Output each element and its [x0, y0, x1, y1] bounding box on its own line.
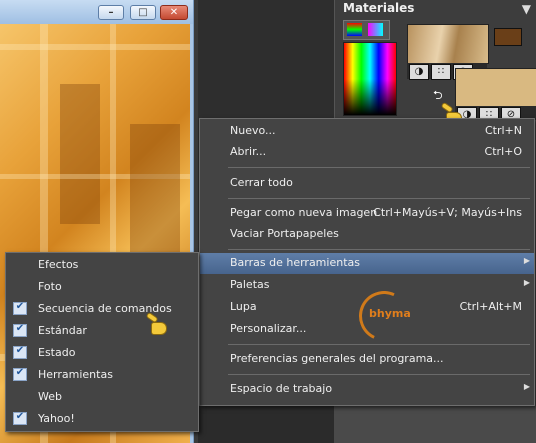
minimize-button[interactable]: – — [98, 5, 124, 20]
watermark-text: bhyma — [369, 307, 411, 320]
menu-divider — [228, 249, 530, 250]
checkmark-icon: ✔ — [13, 367, 27, 381]
submenu-item-status[interactable]: ✔ Estado — [6, 342, 198, 364]
tab-swatches-icon[interactable] — [368, 23, 383, 36]
submenu-item-label: Herramientas — [38, 368, 113, 381]
submenu-item-script[interactable]: ✔ Secuencia de comandos — [6, 298, 198, 320]
submenu-arrow-icon: ▶ — [523, 278, 530, 287]
submenu-item-label: Foto — [38, 280, 62, 293]
submenu-item-label: Web — [38, 390, 62, 403]
texture-icon[interactable]: ∷ — [431, 64, 451, 80]
menu-item-new[interactable]: Nuevo... Ctrl+N — [200, 121, 534, 142]
menu-item-shortcut: Ctrl+Mayús+V; Mayús+Ins — [373, 206, 522, 219]
submenu-item-photo[interactable]: Foto — [6, 276, 198, 298]
checkmark-icon: ✔ — [13, 323, 27, 337]
submenu-item-label: Estándar — [38, 324, 87, 337]
submenu-item-web[interactable]: Web — [6, 386, 198, 408]
materials-tabs — [343, 20, 390, 40]
menu-item-label: Cerrar todo — [230, 176, 293, 189]
submenu-item-effects[interactable]: Efectos — [6, 254, 198, 276]
submenu-item-tools[interactable]: ✔ Herramientas — [6, 364, 198, 386]
submenu-item-label: Estado — [38, 346, 76, 359]
checkmark-icon: ✔ — [13, 301, 27, 315]
foreground-color-swatch[interactable] — [494, 28, 522, 46]
color-spectrum[interactable] — [343, 42, 397, 116]
menu-item-label: Pegar como nueva imagen — [230, 206, 378, 219]
panel-menu-icon[interactable]: ▼ — [522, 2, 531, 16]
submenu-item-yahoo[interactable]: ✔ Yahoo! — [6, 408, 198, 430]
maximize-icon: □ — [138, 7, 148, 18]
background-swatch[interactable] — [455, 68, 536, 108]
menu-item-close-all[interactable]: Cerrar todo — [200, 173, 534, 194]
menu-item-preferences[interactable]: Preferencias generales del programa... — [200, 349, 534, 370]
submenu-arrow-icon: ▶ — [523, 256, 530, 265]
submenu-item-standard[interactable]: ✔ Estándar — [6, 320, 198, 342]
style-icon[interactable]: ◑ — [409, 64, 429, 80]
close-icon: ✕ — [169, 7, 179, 18]
tab-palette-icon[interactable] — [347, 23, 362, 36]
maximize-button[interactable]: □ — [130, 5, 156, 20]
workspace-gap — [198, 0, 334, 120]
menu-item-label: Preferencias generales del programa... — [230, 352, 444, 365]
view-menu: Nuevo... Ctrl+N Abrir... Ctrl+O Cerrar t… — [199, 118, 535, 406]
menu-item-toolbars[interactable]: Barras de herramientas ▶ — [200, 253, 534, 274]
materials-title: Materiales — [343, 1, 415, 15]
menu-item-shortcut: Ctrl+O — [484, 145, 522, 158]
submenu-item-label: Efectos — [38, 258, 79, 271]
menu-item-empty-clipboard[interactable]: Vaciar Portapapeles — [200, 224, 534, 245]
toolbars-submenu: Efectos Foto ✔ Secuencia de comandos ✔ E… — [5, 252, 199, 432]
checkmark-icon: ✔ — [13, 411, 27, 425]
menu-divider — [228, 167, 530, 168]
menu-item-shortcut: Ctrl+N — [484, 124, 522, 137]
menu-item-label: Abrir... — [230, 145, 267, 158]
pointer-hand-icon — [145, 311, 167, 336]
menu-item-workspace[interactable]: Espacio de trabajo ▶ — [200, 379, 534, 400]
menu-item-open[interactable]: Abrir... Ctrl+O — [200, 142, 534, 163]
close-button[interactable]: ✕ — [160, 5, 188, 20]
checkmark-icon: ✔ — [13, 345, 27, 359]
foreground-swatch[interactable] — [407, 24, 489, 64]
menu-item-shortcut: Ctrl+Alt+M — [459, 300, 522, 313]
watermark-logo: bhyma — [351, 283, 417, 349]
menu-item-label: Nuevo... — [230, 124, 276, 137]
menu-item-label: Barras de herramientas — [230, 256, 360, 269]
minimize-icon: – — [108, 7, 114, 18]
menu-item-paste-new-image[interactable]: Pegar como nueva imagen Ctrl+Mayús+V; Ma… — [200, 203, 534, 224]
menu-item-label: Espacio de trabajo — [230, 382, 333, 395]
submenu-item-label: Yahoo! — [38, 412, 75, 425]
menu-item-label: Paletas — [230, 278, 270, 291]
menu-item-label: Personalizar... — [230, 322, 307, 335]
image-window-titlebar[interactable]: – □ ✕ — [0, 0, 193, 24]
menu-item-label: Lupa — [230, 300, 257, 313]
menu-divider — [228, 374, 530, 375]
menu-item-label: Vaciar Portapapeles — [230, 227, 339, 240]
submenu-arrow-icon: ▶ — [523, 382, 530, 391]
menu-divider — [228, 198, 530, 199]
